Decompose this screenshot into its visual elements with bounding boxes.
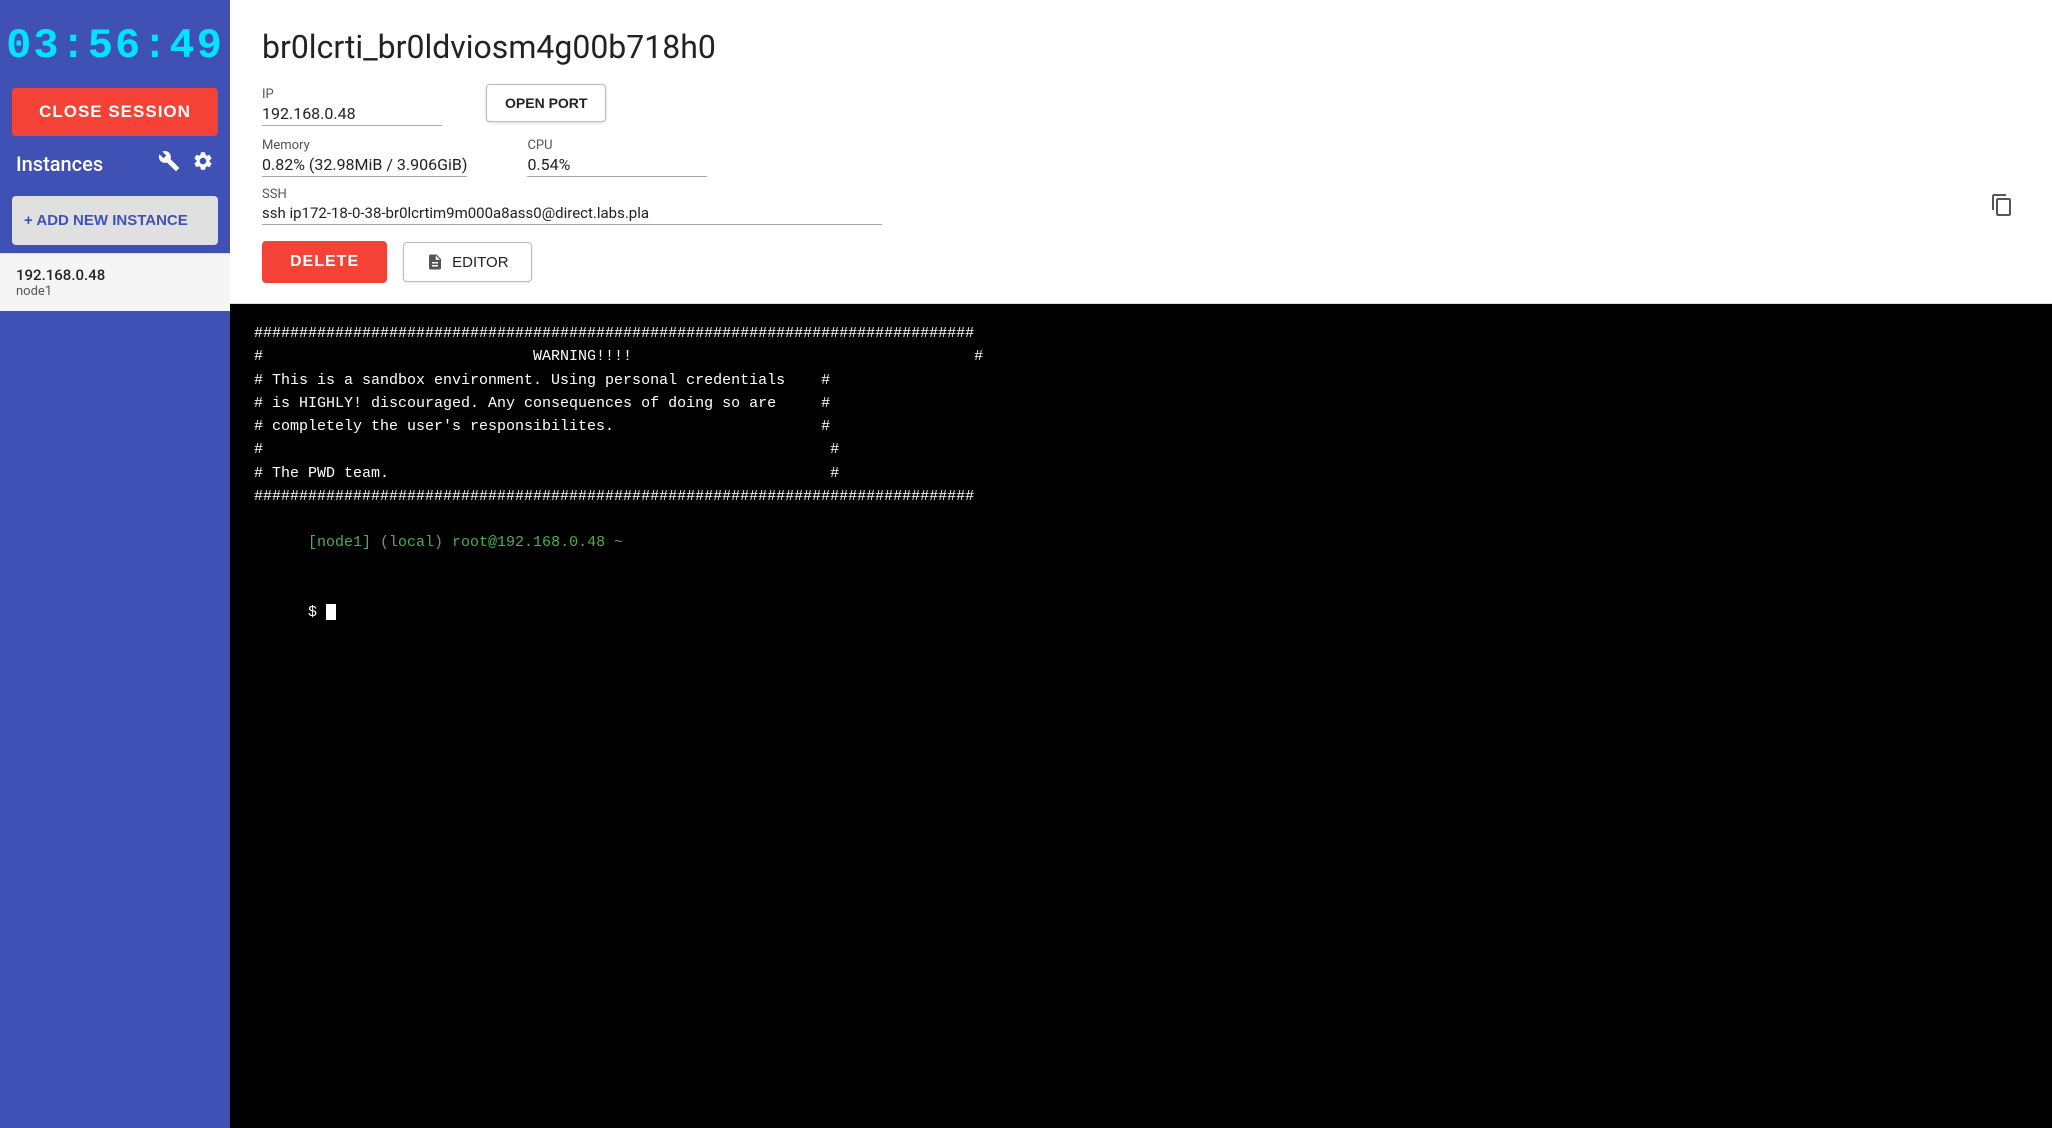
ip-block: IP 192.168.0.48 [262, 87, 442, 126]
info-panel: br0lcrti_br0ldviosm4g00b718h0 IP 192.168… [230, 0, 2052, 304]
terminal-line: # The PWD team. # [254, 462, 2028, 485]
gear-icon[interactable] [192, 150, 214, 178]
instance-ip: 192.168.0.48 [16, 266, 214, 284]
ip-open-row: IP 192.168.0.48 OPEN PORT [262, 84, 2020, 126]
terminal-line: # WARNING!!!! # [254, 345, 2028, 368]
delete-button[interactable]: DELETE [262, 241, 387, 283]
terminal-line: # completely the user's responsibilites.… [254, 415, 2028, 438]
editor-button[interactable]: EDITOR [403, 242, 531, 282]
terminal-line: # # [254, 438, 2028, 461]
close-session-button[interactable]: CLOSE SESSION [12, 88, 218, 136]
instances-header: Instances [0, 136, 230, 192]
terminal-line: ########################################… [254, 322, 2028, 345]
ssh-block: SSH ssh ip172-18-0-38-br0lcrtim9m000a8as… [262, 187, 1972, 225]
terminal-prompt-line: [node1] (local) root@192.168.0.48 ~ [254, 508, 2028, 578]
terminal-input-line: $ [254, 578, 2028, 648]
prompt-node1: [node1] [308, 534, 380, 551]
main-content: br0lcrti_br0ldviosm4g00b718h0 IP 192.168… [230, 0, 2052, 1128]
memory-block: Memory 0.82% (32.98MiB / 3.906GiB) [262, 138, 467, 177]
ip-label: IP [262, 87, 442, 102]
sidebar: 03:56:49 CLOSE SESSION Instances + ADD N… [0, 0, 230, 1128]
timer-display: 03:56:49 [0, 0, 230, 88]
ssh-label: SSH [262, 187, 1972, 202]
cpu-block: CPU 0.54% [527, 138, 707, 177]
terminal-cursor [326, 604, 336, 620]
ip-value: 192.168.0.48 [262, 104, 442, 126]
instance-title: br0lcrti_br0ldviosm4g00b718h0 [262, 28, 2020, 66]
terminal-line: # is HIGHLY! discouraged. Any consequenc… [254, 392, 2028, 415]
instance-name: node1 [16, 284, 214, 299]
terminal[interactable]: ########################################… [230, 304, 2052, 1128]
instance-list: 192.168.0.48 node1 [0, 253, 230, 311]
mem-cpu-row: Memory 0.82% (32.98MiB / 3.906GiB) CPU 0… [262, 138, 2020, 177]
ssh-row: SSH ssh ip172-18-0-38-br0lcrtim9m000a8as… [262, 187, 2020, 225]
add-new-instance-button[interactable]: + ADD NEW INSTANCE [12, 196, 218, 245]
open-port-button[interactable]: OPEN PORT [486, 84, 606, 122]
prompt-dollar: $ [308, 604, 326, 621]
action-row: DELETE EDITOR [262, 241, 2020, 283]
terminal-line: ########################################… [254, 485, 2028, 508]
instance-item[interactable]: 192.168.0.48 node1 [0, 253, 230, 311]
editor-label: EDITOR [452, 254, 508, 271]
instances-label: Instances [16, 152, 103, 176]
memory-value: 0.82% (32.98MiB / 3.906GiB) [262, 155, 467, 177]
terminal-line: # This is a sandbox environment. Using p… [254, 369, 2028, 392]
cpu-label: CPU [527, 138, 707, 153]
instances-icons [158, 150, 214, 178]
prompt-root: root@192.168.0.48 ~ [452, 534, 623, 551]
ssh-value: ssh ip172-18-0-38-br0lcrtim9m000a8ass0@d… [262, 204, 882, 225]
copy-ssh-button[interactable] [1984, 191, 2020, 225]
memory-label: Memory [262, 138, 467, 153]
wrench-icon[interactable] [158, 150, 180, 178]
prompt-local: (local) [380, 534, 452, 551]
cpu-value: 0.54% [527, 155, 707, 177]
